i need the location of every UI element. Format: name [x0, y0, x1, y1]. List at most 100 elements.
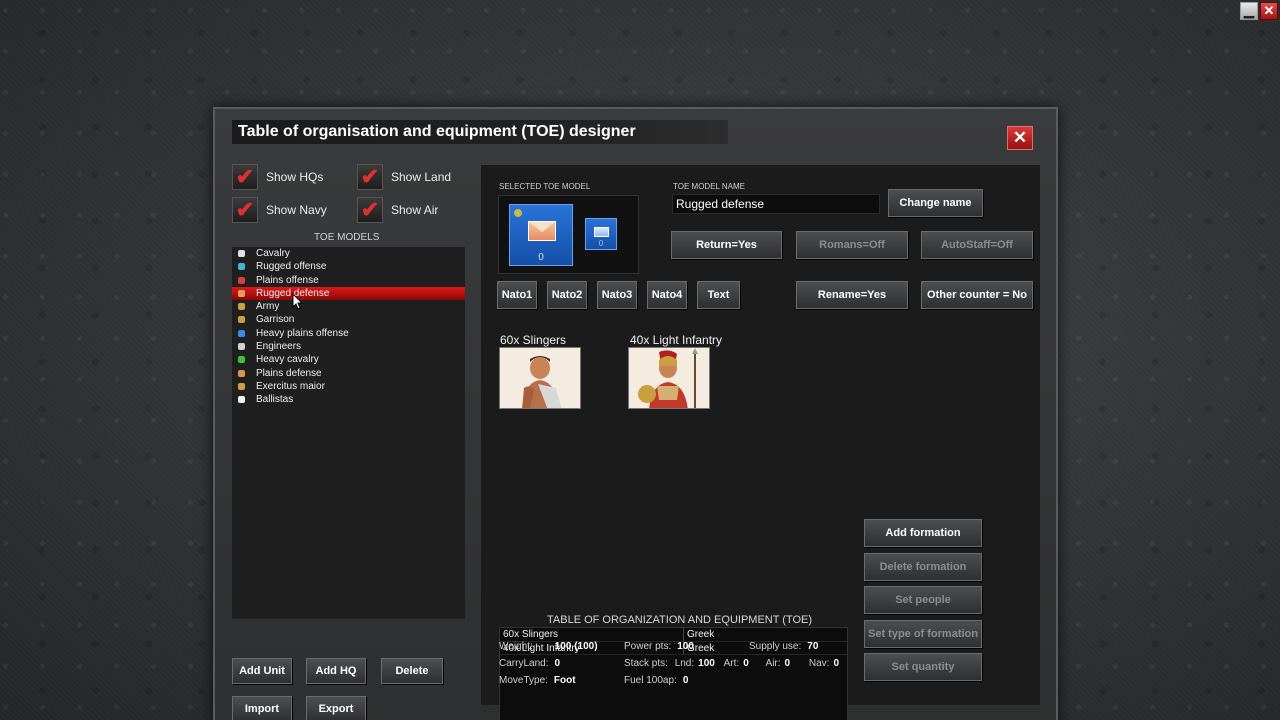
show-navy-label: Show Navy: [266, 203, 327, 217]
check-icon: ✔: [232, 197, 258, 223]
carryland-label: CarryLand:: [499, 658, 549, 669]
unit-counter-small[interactable]: 0: [585, 218, 617, 250]
air-value: 0: [784, 658, 791, 669]
list-item-label: Plains offense: [256, 274, 319, 286]
add-hq-button[interactable]: Add HQ: [306, 658, 366, 684]
ballistas-icon: [238, 396, 245, 404]
show-hqs-label: Show HQs: [266, 170, 324, 184]
list-item[interactable]: Heavy plains offense: [232, 327, 465, 340]
movetype-value: Foot: [553, 675, 576, 686]
stack-label: Stack pts:: [624, 658, 668, 669]
weight-label: Weight:: [499, 641, 533, 652]
list-item[interactable]: Garrison: [232, 313, 465, 326]
show-air-checkbox[interactable]: ✔ Show Air: [357, 197, 438, 223]
list-item-label: Ballistas: [256, 394, 294, 406]
cavalry-icon: [238, 250, 245, 257]
autostaff-toggle-button[interactable]: AutoStaff=Off: [921, 231, 1033, 259]
carryland-stat: CarryLand: 0: [499, 658, 560, 669]
show-navy-checkbox[interactable]: ✔ Show Navy: [232, 197, 327, 223]
toe-models-list: Cavalry Rugged offense Plains offense Ru…: [232, 247, 465, 619]
show-air-label: Show Air: [391, 203, 439, 217]
nato4-button[interactable]: Nato4: [647, 281, 687, 309]
dialog-close-button[interactable]: ✕: [1007, 126, 1033, 150]
rugged-defense-icon: [238, 289, 245, 297]
table-row[interactable]: 60x Slingers Greek: [500, 628, 847, 642]
nato1-button[interactable]: Nato1: [497, 281, 537, 309]
set-people-button[interactable]: Set people: [864, 586, 982, 614]
list-item-selected[interactable]: Rugged defense: [232, 286, 465, 301]
envelope-icon: [528, 221, 556, 241]
toe-model-name-label: TOE MODEL NAME: [673, 182, 746, 191]
delete-button[interactable]: Delete: [381, 658, 443, 684]
return-toggle-button[interactable]: Return=Yes: [671, 231, 782, 259]
change-name-button[interactable]: Change name: [888, 189, 983, 217]
movetype-stat: MoveType: Foot: [499, 675, 576, 686]
list-item[interactable]: Exercitus maior: [232, 380, 465, 393]
list-item-label: Plains defense: [256, 367, 322, 379]
list-item[interactable]: Cavalry: [232, 247, 465, 260]
show-land-label: Show Land: [391, 170, 452, 184]
list-item[interactable]: Plains defense: [232, 367, 465, 380]
selected-counter-preview: 0 0: [498, 195, 639, 274]
unit-label-light-infantry: 40x Light Infantry: [630, 333, 723, 347]
add-formation-button[interactable]: Add formation: [864, 519, 982, 547]
list-item-label: Heavy cavalry: [256, 354, 319, 366]
lnd-label: Lnd:: [674, 658, 695, 669]
export-button[interactable]: Export: [306, 696, 366, 720]
model-name-field[interactable]: Rugged defense: [672, 194, 880, 214]
text-button[interactable]: Text: [697, 281, 740, 309]
rugged-offense-icon: [238, 263, 245, 271]
list-item-label: Army: [256, 301, 280, 313]
heavy-cavalry-icon: [238, 356, 245, 364]
plains-offense-icon: [238, 276, 245, 284]
list-item[interactable]: Plains offense: [232, 274, 465, 287]
army-icon: [238, 303, 245, 311]
supply-value: 70: [807, 641, 819, 652]
fuel-label: Fuel 100ap:: [624, 675, 677, 686]
add-unit-button[interactable]: Add Unit: [232, 658, 292, 684]
air-label: Air:: [765, 658, 781, 669]
fuel-stat: Fuel 100ap: 0: [624, 675, 688, 686]
unit-counter-large[interactable]: 0: [509, 204, 573, 266]
delete-formation-button[interactable]: Delete formation: [864, 553, 982, 581]
list-item[interactable]: Ballistas: [232, 393, 465, 406]
minimize-button[interactable]: ▁: [1240, 2, 1258, 20]
nav-value: 0: [833, 658, 839, 669]
show-hqs-checkbox[interactable]: ✔ Show HQs: [232, 164, 323, 190]
power-label: Power pts:: [624, 641, 672, 652]
nato2-button[interactable]: Nato2: [547, 281, 587, 309]
window-controls: ▁ ✕: [1240, 2, 1278, 20]
power-value: 100: [677, 641, 694, 652]
list-item-label: Rugged offense: [256, 261, 327, 273]
plains-defense-icon: [238, 369, 245, 377]
slingers-portrait[interactable]: [499, 347, 581, 409]
supply-stat: Supply use: 70: [749, 641, 818, 652]
heavy-plains-offense-icon: [238, 329, 245, 337]
list-item[interactable]: Engineers: [232, 340, 465, 353]
list-item[interactable]: Rugged offense: [232, 260, 465, 273]
formation-people-cell: Greek: [684, 628, 847, 642]
toe-table-title: TABLE OF ORGANIZATION AND EQUIPMENT (TOE…: [547, 614, 813, 626]
list-item-label: Garrison: [256, 314, 295, 326]
light-infantry-portrait[interactable]: [628, 347, 710, 409]
romans-toggle-button[interactable]: Romans=Off: [796, 231, 908, 259]
fuel-value: 0: [682, 675, 689, 686]
app-close-button[interactable]: ✕: [1260, 2, 1278, 20]
garrison-icon: [238, 316, 245, 324]
set-quantity-button[interactable]: Set quantity: [864, 653, 982, 681]
list-item[interactable]: Army: [232, 300, 465, 313]
rename-toggle-button[interactable]: Rename=Yes: [796, 281, 908, 309]
carryland-value: 0: [554, 658, 561, 669]
list-item[interactable]: Heavy cavalry: [232, 353, 465, 366]
nato3-button[interactable]: Nato3: [597, 281, 637, 309]
exercitus-maior-icon: [238, 382, 245, 390]
check-icon: ✔: [232, 164, 258, 190]
art-value: 0: [743, 658, 749, 669]
show-land-checkbox[interactable]: ✔ Show Land: [357, 164, 451, 190]
other-counter-toggle-button[interactable]: Other counter = No: [921, 281, 1033, 309]
import-button[interactable]: Import: [232, 696, 292, 720]
list-item-label: Exercitus maior: [256, 380, 325, 392]
engineers-icon: [238, 343, 245, 351]
set-type-of-formation-button[interactable]: Set type of formation: [864, 620, 982, 648]
counter-value-small: 0: [598, 239, 604, 248]
